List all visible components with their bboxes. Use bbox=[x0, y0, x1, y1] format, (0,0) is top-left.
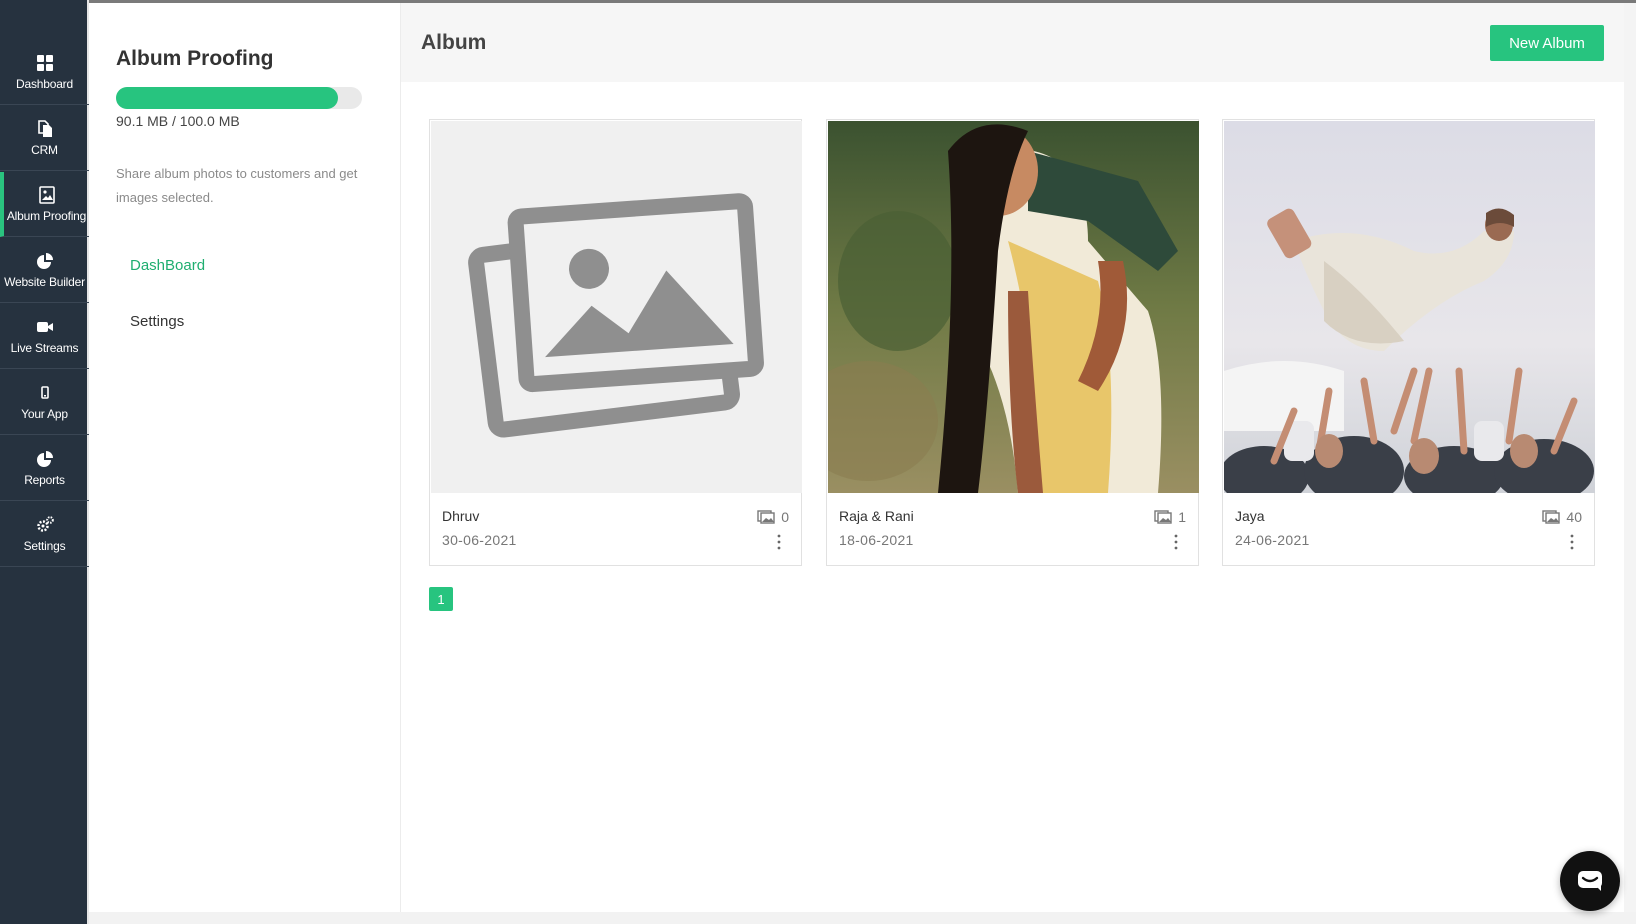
vertical-scrollbar[interactable] bbox=[1624, 3, 1636, 914]
video-camera-icon bbox=[36, 321, 53, 332]
sidebar-link-dashboard[interactable]: DashBoard bbox=[130, 257, 205, 274]
album-cover-photo bbox=[828, 121, 1199, 493]
pagination-page-button[interactable]: 1 bbox=[429, 587, 453, 611]
nav-item-website-builder[interactable]: Website Builder bbox=[0, 238, 89, 303]
new-album-button[interactable]: New Album bbox=[1490, 25, 1604, 61]
sidebar-description: Share album photos to customers and get … bbox=[116, 166, 358, 205]
more-options-icon[interactable] bbox=[777, 534, 781, 550]
nav-item-live-streams[interactable]: Live Streams bbox=[0, 304, 89, 369]
nav-item-album-proofing[interactable]: Album Proofing bbox=[0, 172, 89, 237]
album-cover-photo bbox=[1224, 121, 1595, 493]
pie-chart-icon bbox=[36, 252, 53, 269]
nav-label: Website Builder bbox=[4, 274, 85, 289]
photo-count: 0 bbox=[757, 509, 789, 525]
nav-label: Live Streams bbox=[10, 340, 79, 355]
sidebar-link-settings[interactable]: Settings bbox=[130, 313, 184, 330]
photo-count: 1 bbox=[1154, 509, 1186, 525]
image-icon bbox=[38, 185, 55, 204]
album-card[interactable]: Dhruv 30-06-2021 0 bbox=[429, 119, 802, 566]
photo-count-value: 40 bbox=[1566, 509, 1582, 525]
page-title: Album bbox=[421, 31, 487, 54]
gears-icon bbox=[36, 515, 54, 532]
nav-item-crm[interactable]: CRM bbox=[0, 106, 89, 171]
photo-count-value: 0 bbox=[781, 509, 789, 525]
photo-count-value: 1 bbox=[1178, 509, 1186, 525]
storage-progress-fill bbox=[116, 87, 338, 109]
nav-label: Reports bbox=[24, 472, 65, 487]
album-date: 30-06-2021 bbox=[442, 532, 517, 548]
photo-bride-tossed-in-air bbox=[1224, 121, 1595, 493]
nav-item-reports[interactable]: Reports bbox=[0, 436, 89, 501]
album-date: 18-06-2021 bbox=[839, 532, 914, 548]
mobile-icon bbox=[40, 385, 49, 399]
photos-icon bbox=[757, 510, 775, 524]
nav-label: Settings bbox=[23, 538, 66, 553]
more-options-icon[interactable] bbox=[1570, 534, 1574, 550]
album-name: Dhruv bbox=[442, 508, 480, 524]
documents-icon bbox=[37, 119, 52, 137]
album-date: 24-06-2021 bbox=[1235, 532, 1310, 548]
album-card[interactable]: Jaya 24-06-2021 40 bbox=[1222, 119, 1595, 566]
nav-label: Dashboard bbox=[16, 76, 73, 91]
pie-chart-icon bbox=[36, 450, 53, 467]
page-header: Album bbox=[401, 3, 1624, 82]
album-cover-placeholder bbox=[431, 121, 802, 493]
more-options-icon[interactable] bbox=[1174, 534, 1178, 550]
sidebar-title: Album Proofing bbox=[116, 47, 274, 70]
main-nav-rail: Dashboard CRM Album Proofing Website Bui… bbox=[0, 0, 89, 924]
storage-usage-text: 90.1 MB / 100.0 MB bbox=[116, 113, 240, 129]
nav-label: Your App bbox=[21, 406, 68, 421]
album-card[interactable]: Raja & Rani 18-06-2021 1 bbox=[826, 119, 1199, 566]
nav-item-dashboard[interactable]: Dashboard bbox=[0, 40, 89, 105]
album-proofing-sidebar: Album Proofing 90.1 MB / 100.0 MB Share … bbox=[91, 3, 401, 914]
nav-label: CRM bbox=[31, 142, 58, 157]
album-name: Jaya bbox=[1235, 508, 1265, 524]
photos-icon bbox=[1154, 510, 1172, 524]
nav-item-your-app[interactable]: Your App bbox=[0, 370, 89, 435]
bottom-edge bbox=[89, 912, 1636, 924]
nav-label: Album Proofing bbox=[6, 208, 87, 223]
photo-count: 40 bbox=[1542, 509, 1582, 525]
photo-woman-in-saree bbox=[828, 121, 1199, 493]
chat-bubble-icon bbox=[1578, 871, 1602, 891]
placeholder-image-icon bbox=[431, 121, 802, 493]
photos-icon bbox=[1542, 510, 1561, 524]
storage-progress-bar bbox=[116, 87, 362, 109]
chat-widget-button[interactable] bbox=[1560, 851, 1620, 911]
grid-icon bbox=[36, 54, 53, 71]
album-name: Raja & Rani bbox=[839, 508, 914, 524]
nav-item-settings[interactable]: Settings bbox=[0, 502, 89, 567]
app-frame: Dashboard CRM Album Proofing Website Bui… bbox=[0, 0, 1636, 924]
